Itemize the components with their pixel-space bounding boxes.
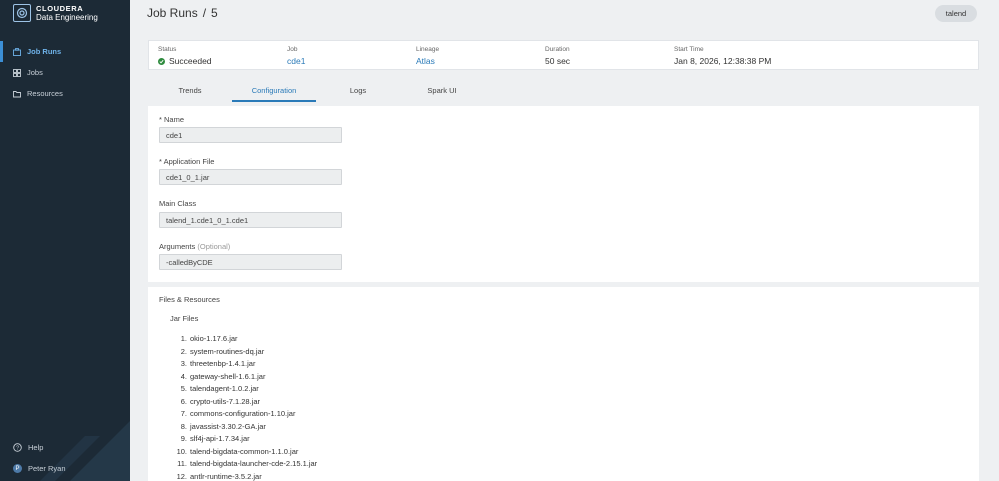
list-item: 9. slf4j-api-1.7.34.jar — [170, 433, 470, 446]
user-name: Peter Ryan — [28, 464, 66, 473]
brand-product: Data Engineering — [36, 13, 98, 22]
files-resources-title: Files & Resources — [159, 295, 220, 304]
duration-label: Duration — [545, 46, 570, 53]
jar-file-name: commons-configuration-1.10.jar — [190, 409, 296, 418]
svg-text:?: ? — [16, 446, 19, 452]
list-item-number: 8. — [180, 421, 187, 431]
grid-icon — [13, 68, 21, 77]
briefcase-icon — [13, 47, 21, 56]
tab-configuration[interactable]: Configuration — [232, 78, 316, 102]
name-label: * Name — [159, 115, 185, 124]
tab-logs[interactable]: Logs — [316, 78, 400, 102]
sidebar-item-job-runs[interactable]: Job Runs — [0, 41, 130, 62]
main-class-field[interactable]: talend_1.cde1_0_1.cde1 — [159, 212, 342, 228]
success-check-icon — [158, 57, 165, 65]
run-summary-card: Status Succeeded Job cde1 Lineage Atlas … — [148, 40, 979, 70]
jar-file-name: gateway-shell-1.6.1.jar — [190, 371, 266, 381]
sidebar-nav: Job Runs Jobs Resources — [0, 41, 130, 104]
jar-file-name: system-routines-dq.jar — [190, 346, 265, 356]
sidebar-item-resources[interactable]: Resources — [0, 83, 130, 104]
breadcrumb: Job Runs / 5 — [147, 6, 218, 20]
help-label: Help — [28, 443, 44, 452]
list-item-number: 10. — [176, 446, 187, 456]
list-item-number: 7. — [180, 409, 187, 418]
application-file-label: * Application File — [159, 157, 215, 166]
jar-file-name: threetenbp-1.4.1.jar — [190, 359, 256, 368]
list-item-number: 4. — [180, 371, 187, 381]
start-time-label: Start Time — [674, 46, 704, 53]
sidebar-item-jobs[interactable]: Jobs — [0, 62, 130, 83]
help-link[interactable]: ? Help — [13, 443, 123, 452]
sidebar-item-label: Resources — [27, 89, 63, 98]
brand[interactable]: CLOUDERA Data Engineering — [13, 4, 98, 22]
arguments-field[interactable]: -calledByCDE — [159, 254, 342, 270]
status-label: Status — [158, 46, 177, 53]
list-item-number: 5. — [180, 384, 187, 393]
application-file-field[interactable]: cde1_0_1.jar — [159, 169, 342, 185]
list-item-number: 6. — [180, 396, 187, 406]
list-item-number: 3. — [180, 359, 187, 368]
jar-file-name: antlr-runtime-3.5.2.jar — [190, 471, 262, 481]
arguments-label: Arguments (Optional) — [159, 242, 230, 251]
user-menu[interactable]: P Peter Ryan — [13, 464, 123, 473]
list-item-number: 11. — [177, 459, 187, 468]
list-item-number: 12. — [176, 471, 187, 481]
list-item: 3. threetenbp-1.4.1.jar — [170, 358, 470, 371]
list-item: 1. okio-1.17.6.jar — [170, 333, 470, 346]
brand-name: CLOUDERA — [36, 4, 84, 13]
name-field[interactable]: cde1 — [159, 127, 342, 143]
optional-hint: (Optional) — [197, 242, 231, 251]
jar-file-name: talendagent-1.0.2.jar — [190, 384, 259, 393]
list-item: 2. system-routines-dq.jar — [170, 346, 470, 359]
jar-file-name: talend-bigdata-common-1.1.0.jar — [190, 446, 299, 456]
duration-value: 50 sec — [545, 56, 571, 66]
job-label: Job — [287, 46, 298, 53]
list-item-number: 9. — [180, 434, 187, 443]
list-item: 5. talendagent-1.0.2.jar — [170, 383, 470, 396]
main-class-label: Main Class — [159, 199, 197, 208]
files-resources-panel: Files & Resources Jar Files 1. okio-1.17.… — [148, 287, 979, 481]
status-value: Succeeded — [169, 56, 212, 66]
folder-icon — [13, 90, 21, 97]
breadcrumb-job-runs[interactable]: Job Runs — [147, 6, 198, 20]
breadcrumb-separator: / — [202, 6, 207, 20]
jar-file-list: 1. okio-1.17.6.jar 2. system-routines-dq.ja… — [170, 333, 470, 481]
list-item: 11. talend-bigdata-launcher-cde-2.15.1.ja… — [170, 458, 470, 471]
list-item: 6. crypto-utils-7.1.28.jar — [170, 396, 470, 409]
arguments-label-text: Arguments — [159, 242, 196, 251]
list-item: 8. javassist-3.30.2-GA.jar — [170, 421, 470, 434]
sidebar-item-label: Jobs — [27, 68, 43, 77]
help-icon: ? — [13, 443, 22, 452]
jar-file-name: talend-bigdata-launcher-cde-2.15.1.jar — [190, 459, 318, 468]
job-link[interactable]: cde1 — [287, 56, 305, 66]
tab-trends[interactable]: Trends — [148, 78, 232, 102]
breadcrumb-run-id: 5 — [211, 6, 218, 20]
start-time-value: Jan 8, 2026, 12:38:38 PM — [674, 56, 772, 66]
cloudera-logo-icon — [13, 4, 31, 22]
jar-file-name: javassist-3.30.2-GA.jar — [190, 421, 266, 431]
list-item-number: 1. — [180, 334, 187, 343]
list-item-number: 2. — [180, 346, 187, 356]
lineage-label: Lineage — [416, 46, 440, 53]
list-item: 4. gateway-shell-1.6.1.jar — [170, 371, 470, 384]
jar-file-name: crypto-utils-7.1.28.jar — [190, 396, 261, 406]
list-item: 7. commons-configuration-1.10.jar — [170, 408, 470, 421]
sidebar-item-label: Job Runs — [27, 47, 62, 56]
jar-file-name: slf4j-api-1.7.34.jar — [190, 434, 250, 443]
jar-file-name: okio-1.17.6.jar — [190, 334, 238, 343]
list-item: 10. talend-bigdata-common-1.1.0.jar — [170, 446, 470, 459]
tab-spark-ui[interactable]: Spark UI — [400, 78, 484, 102]
configuration-panel: * Name cde1 * Application File cde1_0_1.… — [148, 106, 979, 282]
list-item: 12. antlr-runtime-3.5.2.jar — [170, 471, 470, 481]
sidebar: CLOUDERA Data Engineering Job Runs Jobs … — [0, 0, 130, 481]
vc-pill[interactable]: talend — [935, 5, 977, 22]
lineage-link[interactable]: Atlas — [416, 56, 439, 66]
jar-files-title: Jar Files — [170, 314, 199, 323]
run-tabs: Trends Configuration Logs Spark UI — [148, 78, 979, 102]
avatar: P — [13, 464, 22, 473]
